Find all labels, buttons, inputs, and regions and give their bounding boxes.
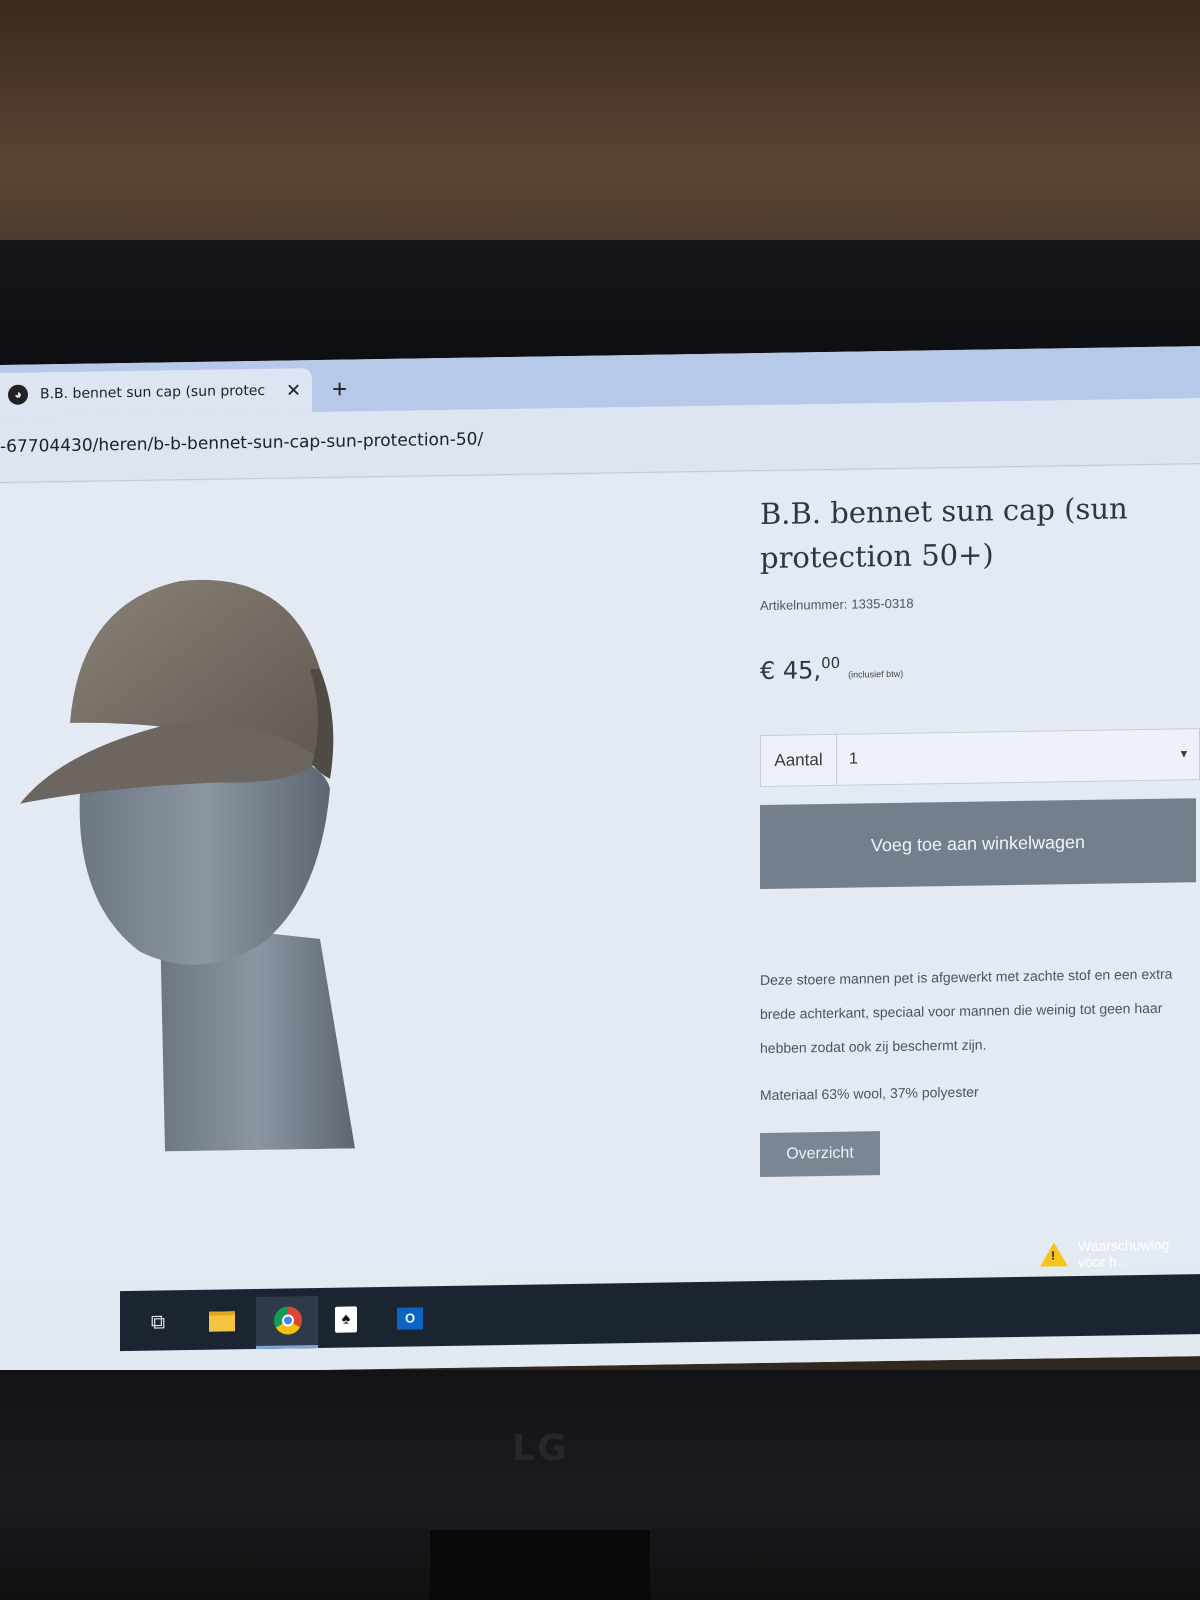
chevron-down-icon[interactable]: ▼	[1169, 748, 1199, 760]
warning-icon: !	[1040, 1242, 1068, 1267]
product-material: Materiaal 63% wool, 37% polyester	[760, 1083, 979, 1104]
quantity-label: Aantal	[761, 734, 837, 787]
taskbar: ! Waarschuwing voor h... ⌃ ⧉ ♠ O	[0, 1237, 1200, 1375]
taskbar-bar: ! Waarschuwing voor h... ⌃ ⧉ ♠ O	[120, 1237, 1200, 1352]
overview-button[interactable]: Overzicht	[760, 1131, 880, 1178]
outlook-icon[interactable]: O	[392, 1300, 428, 1337]
quantity-select[interactable]: Aantal 1 ▼	[760, 728, 1200, 788]
product-info: B.B. bennet sun cap (sun protection 50+)…	[760, 485, 1200, 1178]
solitaire-icon[interactable]: ♠	[328, 1301, 364, 1338]
warning-text: Waarschuwing voor h...	[1078, 1236, 1170, 1271]
price-main: € 45,	[760, 656, 822, 686]
sku-line: Artikelnummer: 1335-0318	[760, 591, 1200, 613]
room-wall	[0, 0, 1200, 245]
monitor-stand	[430, 1530, 650, 1600]
sku-label: Artikelnummer:	[760, 596, 848, 614]
close-tab-icon[interactable]: ✕	[286, 380, 301, 401]
sku-value: 1335-0318	[851, 595, 914, 612]
add-to-cart-button[interactable]: Voeg toe aan winkelwagen	[760, 798, 1196, 890]
quantity-value[interactable]: 1	[837, 746, 1169, 769]
monitor-brand-logo: LG	[512, 1428, 569, 1469]
product-description: Deze stoere mannen pet is afgewerkt met …	[760, 965, 1173, 1057]
product-image	[20, 580, 355, 1152]
price-vat-note: (inclusief btw)	[848, 668, 904, 680]
price-cents: 00	[821, 653, 841, 673]
tab-title: B.B. bennet sun cap (sun protec	[40, 382, 266, 403]
file-explorer-icon[interactable]	[204, 1303, 240, 1340]
url-text[interactable]: -67704430/heren/b-b-bennet-sun-cap-sun-p…	[0, 429, 483, 457]
chrome-icon[interactable]	[270, 1302, 306, 1339]
product-title: B.B. bennet sun cap (sun protection 50+)	[760, 491, 1128, 576]
monitor-screen: ◕ B.B. bennet sun cap (sun protec ✕ + -6…	[0, 346, 1200, 1375]
product-page: B.B. bennet sun cap (sun protection 50+)…	[0, 465, 1200, 1284]
task-view-icon[interactable]: ⧉	[140, 1304, 176, 1341]
globe-icon: ◕	[8, 384, 28, 405]
browser-tab[interactable]: ◕ B.B. bennet sun cap (sun protec ✕	[0, 368, 312, 417]
warning-notification[interactable]: ! Waarschuwing voor h...	[1040, 1236, 1200, 1271]
new-tab-icon[interactable]: +	[332, 374, 347, 404]
price: € 45, 00 (inclusief btw)	[760, 650, 1200, 685]
